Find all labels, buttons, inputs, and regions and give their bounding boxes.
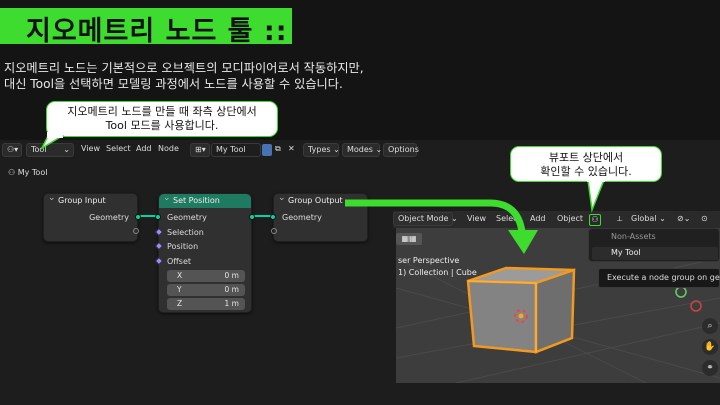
orientation-dropdown[interactable]: Global ⌄ <box>631 212 666 226</box>
offset-y-field[interactable]: Y 0 m <box>167 284 245 296</box>
set-position-selection-label: Selection <box>167 228 204 237</box>
callout-left-line2: Tool 모드를 사용합니다. <box>105 119 219 132</box>
camera-icon[interactable]: ⚭ <box>702 360 718 376</box>
node-set-position[interactable]: Set Position Geometry Selection Position… <box>154 191 255 313</box>
group-input-empty-socket[interactable] <box>133 228 139 234</box>
pan-hand-icon[interactable]: ✋ <box>702 339 718 355</box>
group-output-empty-socket[interactable] <box>271 228 277 234</box>
callout-right-line1: 뷰포트 상단에서 <box>548 151 624 164</box>
node-group-input-header: Group Input <box>44 191 137 208</box>
object-origin-icon <box>518 313 524 319</box>
set-position-offset-label: Offset <box>167 257 192 266</box>
tooltip: Execute a node group on geon <box>598 268 720 288</box>
group-input-geometry-label: Geometry <box>89 213 129 222</box>
node-group-input[interactable]: Group Input Geometry <box>43 191 141 242</box>
chevron-down-icon: ⌄ <box>659 214 666 223</box>
viewport-collection-label: 1) Collection | Cube <box>398 268 477 277</box>
set-position-position-label: Position <box>167 242 199 251</box>
cube-front-face <box>466 279 538 354</box>
pivot-icon[interactable]: ⊘⌄ <box>677 212 690 226</box>
set-position-geometry-label: Geometry <box>167 213 207 222</box>
group-input-geometry-socket[interactable] <box>135 214 141 220</box>
callout-left-pointer <box>40 132 65 150</box>
offset-z-field[interactable]: Z 1 m <box>167 298 245 310</box>
cube-side-face <box>534 268 576 354</box>
group-output-geometry-label: Geometry <box>282 213 322 222</box>
zoom-icon[interactable]: ⌕ <box>702 318 718 334</box>
node-tools-dropdown: Non-Assets My Tool <box>588 228 720 262</box>
green-arrow <box>345 199 538 254</box>
callout-right-pointer <box>587 176 606 213</box>
group-output-geometry-socket[interactable] <box>270 214 276 220</box>
offset-x-field[interactable]: X 0 m <box>167 270 245 282</box>
callout-left-line1: 지오메트리 노드를 만들 때 좌측 상단에서 <box>67 105 257 118</box>
slide: 지오메트리 노드 툴 :: 지오메트리 노드는 기본적으로 오브젝트의 모디파이… <box>0 0 720 405</box>
dropdown-item-my-tool[interactable]: My Tool <box>592 247 718 260</box>
dropdown-section-non-assets: Non-Assets <box>611 232 656 241</box>
set-position-geometry-in-socket[interactable] <box>155 214 161 220</box>
snap-icon[interactable]: ⊙ <box>701 212 708 226</box>
callout-left: 지오메트리 노드를 만들 때 좌측 상단에서 Tool 모드를 사용합니다. <box>46 101 278 137</box>
node-set-position-header: Set Position <box>159 191 251 208</box>
set-position-geometry-out-socket[interactable] <box>249 214 255 220</box>
